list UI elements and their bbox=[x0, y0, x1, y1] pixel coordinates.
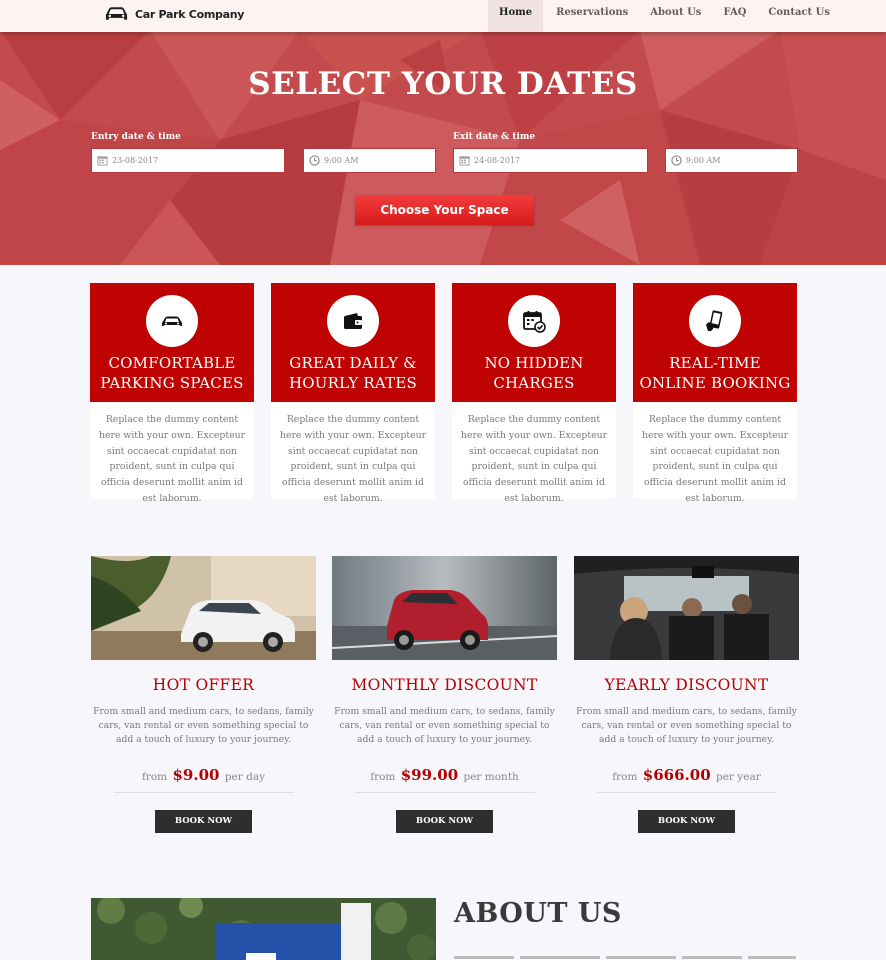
feature-header: COMFORTABLE PARKING SPACES bbox=[90, 283, 254, 402]
divider bbox=[354, 792, 535, 793]
hero-section: SELECT YOUR DATES Entry date & time Exit… bbox=[0, 0, 886, 265]
offer-title: YEARLY DISCOUNT bbox=[604, 676, 769, 694]
nav-contact-us[interactable]: Contact Us bbox=[757, 0, 841, 32]
price-prefix: from bbox=[612, 771, 638, 783]
price-prefix: from bbox=[370, 771, 396, 783]
offer-title: HOT OFFER bbox=[152, 676, 255, 694]
feature-text: Replace the dummy content here with your… bbox=[460, 414, 608, 504]
feature-text: Replace the dummy content here with your… bbox=[641, 414, 789, 504]
divider bbox=[596, 792, 777, 793]
entry-date-label: Entry date & time bbox=[91, 132, 181, 142]
about-text-preview bbox=[454, 956, 796, 959]
exit-date-value: 24-08-2017 bbox=[474, 156, 521, 165]
offer-image bbox=[332, 556, 557, 660]
offer-price: from $666.00 per year bbox=[574, 766, 799, 784]
offer-text: From small and medium cars, to sedans, f… bbox=[334, 706, 555, 745]
wallet-icon bbox=[344, 313, 362, 329]
car-icon bbox=[162, 316, 182, 326]
exit-date-label: Exit date & time bbox=[453, 132, 536, 142]
nav-home[interactable]: Home bbox=[488, 0, 544, 32]
offer-card: YEARLY DISCOUNT From small and medium ca… bbox=[574, 556, 799, 833]
feature-icon-circle bbox=[146, 295, 198, 347]
feature-title-line: REAL-TIME bbox=[669, 354, 761, 372]
feature-title-line: NO HIDDEN bbox=[484, 354, 584, 372]
feature-title-line: GREAT DAILY & bbox=[289, 354, 417, 372]
clock-icon bbox=[671, 155, 682, 166]
feature-title: NO HIDDEN CHARGES bbox=[452, 353, 616, 393]
price-value: $99.00 bbox=[400, 766, 459, 784]
entry-time-input[interactable]: 9:00 AM bbox=[303, 148, 436, 173]
entry-time-value: 9:00 AM bbox=[324, 156, 359, 165]
offer-image bbox=[91, 556, 316, 660]
feature-title: REAL-TIME ONLINE BOOKING bbox=[633, 353, 797, 393]
offer-title: MONTHLY DISCOUNT bbox=[351, 676, 538, 694]
feature-card: NO HIDDEN CHARGES Replace the dummy cont… bbox=[452, 283, 616, 504]
feature-icon-circle bbox=[508, 295, 560, 347]
price-period: per day bbox=[224, 771, 266, 783]
calendar-icon bbox=[97, 156, 108, 166]
exit-time-input[interactable]: 9:00 AM bbox=[665, 148, 798, 173]
offer-price: from $9.00 per day bbox=[91, 766, 316, 784]
offer-text: From small and medium cars, to sedans, f… bbox=[93, 706, 314, 745]
nav-reservations[interactable]: Reservations bbox=[545, 0, 639, 32]
phone-booking-icon bbox=[706, 310, 723, 331]
offer-card: MONTHLY DISCOUNT From small and medium c… bbox=[332, 556, 557, 833]
feature-header: GREAT DAILY & HOURLY RATES bbox=[271, 283, 435, 402]
brand[interactable]: Car Park Company bbox=[104, 5, 244, 23]
feature-icon-circle bbox=[689, 295, 741, 347]
top-navbar: Car Park Company Home Reservations About… bbox=[0, 0, 886, 32]
price-period: per month bbox=[463, 771, 519, 783]
price-value: $9.00 bbox=[172, 766, 220, 784]
feature-title-line: PARKING SPACES bbox=[100, 374, 244, 392]
entry-date-value: 23-08-2017 bbox=[112, 156, 159, 165]
exit-time-value: 9:00 AM bbox=[686, 156, 721, 165]
feature-title: COMFORTABLE PARKING SPACES bbox=[90, 353, 254, 393]
feature-title-line: ONLINE BOOKING bbox=[639, 374, 791, 392]
offer-price: from $99.00 per month bbox=[332, 766, 557, 784]
price-value: $666.00 bbox=[642, 766, 711, 784]
offer-image bbox=[574, 556, 799, 660]
divider bbox=[113, 792, 294, 793]
book-now-button[interactable]: BOOK NOW bbox=[155, 810, 252, 833]
nav-faq[interactable]: FAQ bbox=[712, 0, 757, 32]
feature-title: GREAT DAILY & HOURLY RATES bbox=[271, 353, 435, 393]
main-nav: Home Reservations About Us FAQ Contact U… bbox=[488, 0, 841, 32]
price-period: per year bbox=[716, 771, 761, 783]
entry-date-input[interactable]: 23-08-2017 bbox=[91, 148, 285, 173]
feature-header: REAL-TIME ONLINE BOOKING bbox=[633, 283, 797, 402]
car-icon bbox=[105, 7, 128, 20]
feature-card: GREAT DAILY & HOURLY RATES Replace the d… bbox=[271, 283, 435, 504]
hero-title: SELECT YOUR DATES bbox=[248, 66, 638, 102]
feature-card: REAL-TIME ONLINE BOOKING Replace the dum… bbox=[633, 283, 797, 504]
book-now-button[interactable]: BOOK NOW bbox=[396, 810, 493, 833]
feature-text: Replace the dummy content here with your… bbox=[98, 414, 246, 504]
choose-space-button[interactable]: Choose Your Space bbox=[355, 195, 534, 225]
price-prefix: from bbox=[141, 771, 168, 783]
feature-title-line: HOURLY RATES bbox=[289, 374, 417, 392]
feature-header: NO HIDDEN CHARGES bbox=[452, 283, 616, 402]
feature-title-line: COMFORTABLE bbox=[108, 354, 236, 372]
clock-icon bbox=[309, 155, 320, 166]
about-image bbox=[91, 898, 436, 960]
nav-about-us[interactable]: About Us bbox=[639, 0, 712, 32]
feature-icon-circle bbox=[327, 295, 379, 347]
brand-name: Car Park Company bbox=[135, 7, 245, 21]
offer-card: HOT OFFER From small and medium cars, to… bbox=[91, 556, 316, 833]
calendar-icon bbox=[459, 156, 470, 166]
calendar-check-icon bbox=[523, 311, 546, 333]
exit-date-input[interactable]: 24-08-2017 bbox=[453, 148, 648, 173]
book-now-button[interactable]: BOOK NOW bbox=[638, 810, 735, 833]
feature-card: COMFORTABLE PARKING SPACES Replace the d… bbox=[90, 283, 254, 504]
feature-title-line: CHARGES bbox=[493, 374, 575, 392]
feature-text: Replace the dummy content here with your… bbox=[279, 414, 427, 504]
offer-text: From small and medium cars, to sedans, f… bbox=[576, 706, 797, 745]
about-title: ABOUT US bbox=[454, 898, 622, 929]
